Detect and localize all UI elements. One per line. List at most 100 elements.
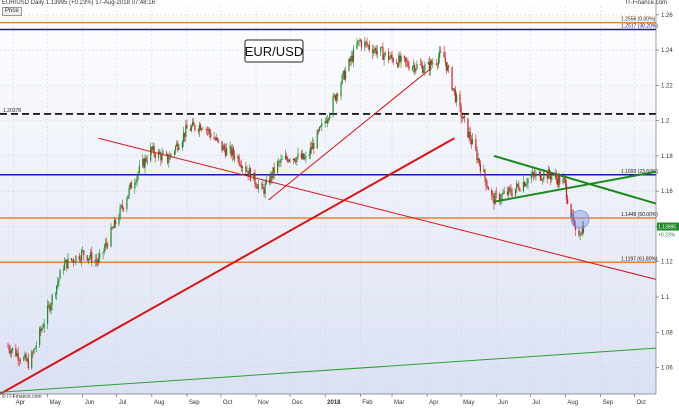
- candle-body: [462, 116, 464, 119]
- x-tick-label: Dec: [292, 400, 303, 406]
- candle-body: [97, 258, 100, 263]
- candle-body: [292, 158, 295, 161]
- candle-body: [201, 128, 203, 130]
- candle-body: [514, 188, 517, 196]
- candle-body: [398, 55, 400, 67]
- candle-body: [312, 143, 314, 150]
- candle-body: [31, 352, 33, 369]
- candle-body: [86, 255, 88, 261]
- candle-body: [309, 147, 312, 155]
- candle-body: [428, 62, 431, 71]
- copyright-text: © IT-Finance.com: [2, 394, 42, 400]
- candle-body: [35, 345, 37, 349]
- candle-body: [471, 138, 474, 145]
- candle-body: [414, 65, 416, 72]
- candle-body: [388, 51, 390, 60]
- candle-body: [279, 161, 281, 163]
- candle-body: [27, 358, 29, 369]
- candle-body: [407, 61, 409, 67]
- candle-body: [570, 203, 572, 218]
- candle-body: [332, 96, 334, 115]
- candle-body: [134, 182, 136, 189]
- candle-body: [310, 147, 313, 150]
- candle-body: [420, 64, 423, 66]
- y-tick-label: 1.26: [661, 13, 673, 19]
- candle-body: [531, 172, 534, 176]
- candle-body: [486, 185, 488, 188]
- candle-body: [7, 346, 9, 347]
- candle-body: [210, 133, 212, 138]
- candle-body: [112, 227, 114, 229]
- y-tick-label: 1.08: [661, 330, 673, 336]
- candle-body: [247, 170, 249, 176]
- candle-body: [352, 48, 355, 62]
- candle-body: [120, 205, 122, 208]
- candle-body: [301, 153, 304, 159]
- candle-body: [105, 243, 108, 245]
- candle-body: [554, 174, 556, 177]
- candle-body: [128, 187, 130, 196]
- candle-body: [419, 63, 421, 65]
- candle-body: [50, 304, 52, 311]
- candle-body: [578, 229, 580, 236]
- candle-body: [340, 83, 342, 97]
- candle-body: [135, 182, 137, 183]
- candle-body: [368, 45, 370, 50]
- candle-body: [269, 179, 271, 183]
- candle-body: [495, 193, 497, 195]
- candle-body: [517, 183, 519, 186]
- candle-body: [350, 55, 352, 62]
- candle-body: [432, 63, 434, 65]
- candle-body: [207, 129, 210, 131]
- x-tick-label: Aug: [567, 400, 578, 406]
- candle-body: [262, 184, 264, 190]
- candle-body: [376, 51, 378, 55]
- candle-body: [288, 159, 290, 162]
- candle-body: [534, 174, 536, 177]
- candle-body: [59, 270, 61, 279]
- candle-body: [99, 253, 101, 259]
- candle-body: [468, 131, 470, 138]
- candle-body: [467, 118, 469, 138]
- candle-body: [374, 47, 376, 51]
- candle-body: [256, 186, 258, 189]
- candle-body: [337, 94, 339, 97]
- candle-body: [305, 155, 307, 158]
- candle-body: [18, 360, 20, 361]
- candle-body: [391, 54, 393, 59]
- candle-body: [469, 131, 471, 141]
- candle-body: [395, 62, 398, 64]
- candle-body: [535, 173, 537, 177]
- candle-body: [445, 61, 447, 71]
- candle-body: [580, 233, 582, 236]
- candle-body: [478, 158, 480, 164]
- candle-body: [80, 250, 83, 261]
- candle-body: [325, 120, 327, 123]
- candle-body: [82, 250, 84, 251]
- candle-body: [538, 171, 540, 174]
- candle-body: [333, 95, 335, 97]
- x-tick-label: Feb: [362, 400, 373, 406]
- candle-body: [360, 41, 363, 47]
- candle-body: [278, 161, 280, 163]
- candle-body: [493, 196, 495, 205]
- candle-body: [527, 178, 529, 184]
- candle-body: [349, 58, 351, 62]
- candle-body: [273, 167, 275, 174]
- candle-body: [284, 155, 287, 160]
- candle-body: [348, 58, 350, 71]
- candle-body: [438, 51, 441, 58]
- candle-body: [170, 154, 172, 156]
- candle-body: [88, 257, 91, 259]
- candle-body: [435, 63, 437, 65]
- candle-body: [546, 172, 548, 179]
- y-tick-label: 1.2: [661, 119, 670, 125]
- candle-body: [249, 168, 251, 181]
- candle-body: [565, 184, 568, 199]
- candle-body: [90, 252, 92, 258]
- candle-body: [114, 219, 117, 225]
- candle-body: [487, 187, 489, 190]
- candle-body: [113, 219, 116, 228]
- candle-body: [264, 183, 266, 194]
- candle-body: [136, 176, 138, 183]
